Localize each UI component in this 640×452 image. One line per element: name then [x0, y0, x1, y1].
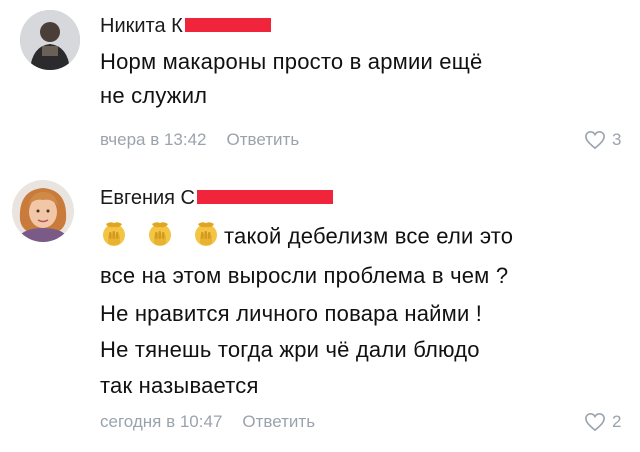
redaction-bar — [197, 189, 333, 204]
reply-button[interactable]: Ответить — [242, 412, 315, 431]
like-count: 2 — [612, 412, 622, 431]
comment-text: такой дебелизм все ели это — [224, 223, 514, 249]
like-button[interactable]: 3 — [584, 130, 621, 150]
avatar-photo-icon — [12, 180, 74, 242]
author-name: Никита К — [100, 15, 183, 37]
like-count: 3 — [612, 130, 622, 149]
like-button[interactable]: 2 — [584, 412, 621, 432]
avatar-photo-icon — [20, 10, 80, 70]
heart-icon — [585, 130, 605, 150]
redaction-bar — [184, 17, 271, 32]
facepalm-emoji-icon — [146, 220, 174, 255]
avatar[interactable] — [20, 10, 80, 70]
reply-button[interactable]: Ответить — [227, 130, 300, 149]
comment-meta: вчера в 13:42 Ответить — [100, 130, 299, 150]
comment-time: сегодня в 10:47 — [100, 412, 223, 431]
facepalm-emoji-icon — [192, 220, 220, 255]
comment-text-line: все на этом выросли проблема в чем ? — [100, 263, 509, 288]
comment-author[interactable]: Никита К — [100, 14, 271, 38]
comment: Никита К Норм макароны просто в армии ещ… — [0, 0, 640, 160]
comment-time: вчера в 13:42 — [100, 130, 207, 149]
comment-text-line: не служил — [100, 83, 208, 108]
heart-icon — [585, 412, 605, 432]
comment-text-line: так называется — [100, 373, 259, 398]
author-name: Евгения С — [100, 187, 195, 209]
comment-author[interactable]: Евгения С — [100, 186, 333, 210]
facepalm-emoji-icon — [100, 220, 128, 255]
comment-text-line: Не нравится личного повара найми ! — [100, 301, 483, 326]
comment-text-line: такой дебелизм все ели это — [100, 220, 513, 255]
comment: Евгения С такой дебелизм все ели это все… — [0, 170, 640, 452]
comment-text-line: Не тянешь тогда жри чё дали блюдо — [100, 337, 480, 362]
avatar[interactable] — [12, 180, 74, 242]
comment-text-line: Норм макароны просто в армии ещё — [100, 49, 483, 74]
comment-meta: сегодня в 10:47 Ответить — [100, 412, 315, 432]
